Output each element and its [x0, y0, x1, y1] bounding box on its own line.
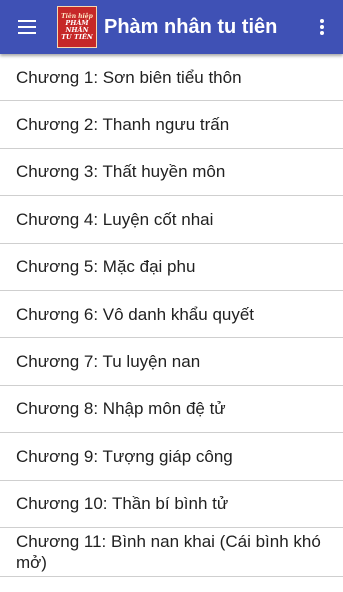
chapter-list: Chương 1: Sơn biên tiểu thôn Chương 2: T… — [0, 54, 343, 592]
chapter-item[interactable]: Chương 6: Vô danh khẩu quyết — [0, 291, 343, 339]
hamburger-menu-icon[interactable] — [8, 8, 46, 46]
app-title: Phàm nhân tu tiên — [104, 16, 278, 38]
chapter-item[interactable]: Chương 11: Bình nan khai (Cái bình khó m… — [0, 528, 343, 577]
chapter-item[interactable]: Chương 1: Sơn biên tiểu thôn — [0, 54, 343, 102]
chapter-item[interactable]: Chương 2: Thanh ngưu trấn — [0, 101, 343, 149]
app-logo: Tiên hiệp PHÀM NHÂN TU TIÊN — [57, 6, 97, 48]
app-bar: Tiên hiệp PHÀM NHÂN TU TIÊN Phàm nhân tu… — [0, 0, 343, 54]
chapter-item[interactable]: Chương 8: Nhập môn đệ tử — [0, 386, 343, 434]
chapter-item[interactable]: Chương 10: Thần bí bình tử — [0, 481, 343, 528]
chapter-item[interactable]: Chương 4: Luyện cốt nhai — [0, 196, 343, 244]
chapter-item[interactable]: Chương 3: Thất huyền môn — [0, 149, 343, 197]
chapter-item[interactable]: Chương 7: Tu luyện nan — [0, 338, 343, 386]
chapter-item[interactable]: Chương 5: Mặc đại phu — [0, 244, 343, 291]
chapter-item[interactable]: Chương 9: Tượng giáp công — [0, 433, 343, 481]
more-vert-icon[interactable] — [310, 12, 334, 42]
